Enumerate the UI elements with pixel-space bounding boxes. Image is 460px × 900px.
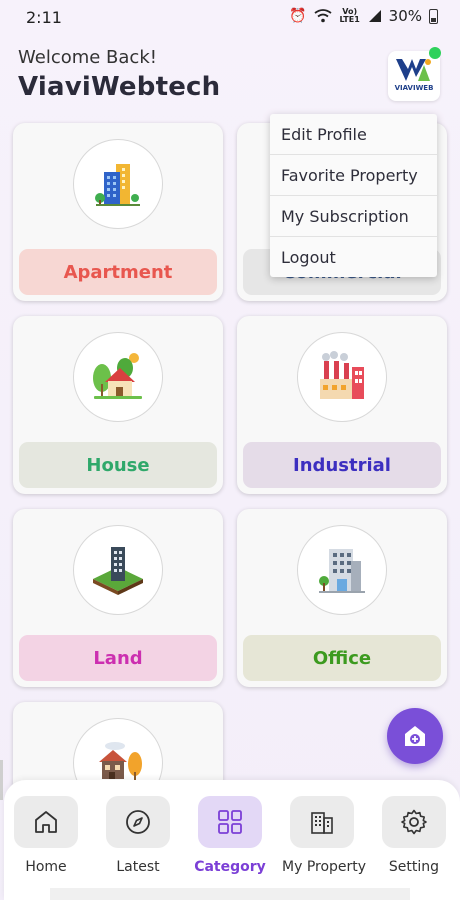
category-card-industrial[interactable]: Industrial — [237, 316, 447, 494]
add-home-icon — [405, 726, 425, 746]
apartment-icon — [73, 139, 163, 229]
card-label-apartment: Apartment — [19, 249, 217, 295]
card-label-office: Office — [243, 635, 441, 681]
nav-latest[interactable]: Latest — [98, 796, 178, 875]
grid-icon — [218, 810, 242, 834]
building-icon — [311, 812, 333, 834]
status-icons: ⏰ Vo) LTE1 30% — [289, 7, 438, 25]
welcome-text: Welcome Back! — [18, 47, 157, 68]
nav-setting[interactable]: Setting — [374, 796, 454, 875]
nav-label-setting: Setting — [388, 859, 440, 875]
logo-text: VIAVIWEB — [394, 84, 434, 92]
industrial-icon — [297, 332, 387, 422]
brand-title: ViaviWebtech — [18, 72, 221, 102]
nav-my-property[interactable]: My Property — [282, 796, 367, 875]
category-card-office[interactable]: Office — [237, 509, 447, 687]
office-icon — [297, 525, 387, 615]
card-label-house: House — [19, 442, 217, 488]
nav-category[interactable]: Category — [190, 796, 270, 875]
compass-icon-box — [106, 796, 170, 848]
nav-home[interactable]: Home — [6, 796, 86, 875]
edge-divider — [0, 760, 3, 800]
status-bar: 2:11 ⏰ Vo) LTE1 30% — [0, 0, 460, 36]
alarm-icon: ⏰ — [289, 8, 307, 24]
nav-label-home: Home — [25, 859, 67, 875]
menu-item-my-subscription[interactable]: My Subscription — [270, 196, 437, 237]
battery-percent: 30% — [388, 7, 422, 25]
gear-icon — [401, 809, 427, 835]
land-icon — [73, 525, 163, 615]
gear-icon-box — [382, 796, 446, 848]
menu-item-logout[interactable]: Logout — [270, 237, 437, 278]
battery-icon — [429, 8, 438, 24]
wifi-icon — [314, 9, 332, 23]
profile-menu: Edit Profile Favorite Property My Subscr… — [270, 114, 437, 277]
nav-label-category: Category — [194, 859, 266, 875]
nav-label-my-property: My Property — [282, 859, 367, 875]
menu-item-edit-profile[interactable]: Edit Profile — [270, 114, 437, 155]
home-icon — [35, 811, 57, 833]
category-card-house[interactable]: House — [13, 316, 223, 494]
grid-icon-box — [198, 796, 262, 848]
add-property-button[interactable] — [387, 708, 443, 764]
compass-icon — [126, 810, 150, 834]
status-time: 2:11 — [26, 8, 62, 27]
nav-label-latest: Latest — [116, 859, 160, 875]
home-icon-box — [14, 796, 78, 848]
category-card-land[interactable]: Land — [13, 509, 223, 687]
card-label-land: Land — [19, 635, 217, 681]
bottom-nav: Home Latest Category My Property Setting — [4, 780, 460, 900]
home-indicator-area — [50, 888, 410, 900]
category-card-apartment[interactable]: Apartment — [13, 123, 223, 301]
online-status-dot — [429, 47, 441, 59]
card-label-industrial: Industrial — [243, 442, 441, 488]
viaviweb-logo-icon — [396, 59, 431, 81]
building-icon-box — [290, 796, 354, 848]
signal-icon — [368, 10, 381, 22]
house-icon — [73, 332, 163, 422]
volte-label: Vo) LTE1 — [339, 7, 360, 24]
menu-item-favorite-property[interactable]: Favorite Property — [270, 155, 437, 196]
